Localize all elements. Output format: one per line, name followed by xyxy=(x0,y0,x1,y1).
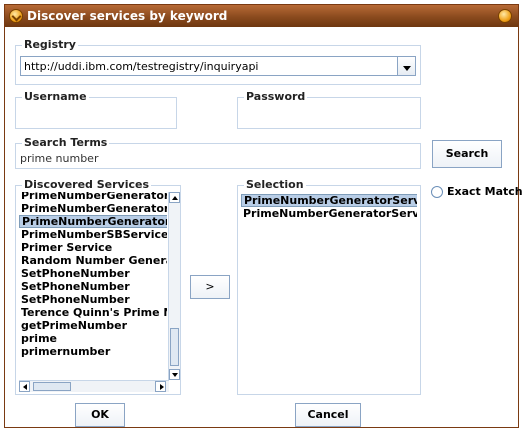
discovered-vertical-scrollbar[interactable] xyxy=(168,192,180,380)
ok-button[interactable]: OK xyxy=(75,403,125,427)
registry-label: Registry xyxy=(22,38,78,51)
exact-match-label[interactable]: Exact Match xyxy=(447,185,523,198)
search-button-label: Search xyxy=(445,147,489,160)
scroll-up-icon[interactable] xyxy=(169,192,180,203)
username-group: Username xyxy=(15,90,177,129)
search-value: prime number xyxy=(20,152,99,165)
list-item[interactable]: Primer Service xyxy=(19,241,167,254)
registry-group: Registry http://uddi.ibm.com/testregistr… xyxy=(15,38,421,85)
selection-group: Selection PrimeNumberGeneratorServicePri… xyxy=(237,178,421,395)
horizontal-scroll-thumb[interactable] xyxy=(33,382,71,391)
exact-match-radio[interactable] xyxy=(431,186,443,198)
password-field[interactable] xyxy=(238,98,420,128)
list-item[interactable]: SetPhoneNumber xyxy=(19,280,167,293)
list-item[interactable]: SetPhoneNumber xyxy=(19,267,167,280)
cancel-button-label: Cancel xyxy=(307,408,349,421)
list-item[interactable]: PrimeNumberGeneratorSer xyxy=(19,202,167,215)
discovered-services-label: Discovered Services xyxy=(22,178,152,191)
vertical-scroll-thumb[interactable] xyxy=(170,328,179,366)
add-to-selection-button[interactable]: > xyxy=(190,275,230,299)
discovered-horizontal-scrollbar[interactable] xyxy=(19,380,169,392)
selection-label: Selection xyxy=(244,178,306,191)
password-group: Password xyxy=(237,90,421,129)
search-button[interactable]: Search xyxy=(432,140,502,168)
title-bar[interactable]: Discover services by keyword xyxy=(5,5,518,27)
selection-list[interactable]: PrimeNumberGeneratorServicePrimeNumberGe… xyxy=(241,194,417,390)
search-input[interactable]: prime number xyxy=(16,144,420,168)
list-item[interactable]: PrimeNumberGeneratorSer xyxy=(19,215,167,228)
scroll-left-icon[interactable] xyxy=(19,381,30,392)
scroll-right-icon[interactable] xyxy=(155,381,166,392)
list-item[interactable]: getPrimeNumber xyxy=(19,319,167,332)
close-icon[interactable] xyxy=(498,9,512,23)
list-item[interactable]: SetPhoneNumber xyxy=(19,293,167,306)
list-item[interactable]: prime xyxy=(19,332,167,345)
list-item[interactable]: PrimeNumberGeneratorService xyxy=(241,194,417,207)
list-item[interactable]: PrimeNumberGeneratorSer xyxy=(19,192,167,202)
scroll-down-icon[interactable] xyxy=(169,369,180,380)
search-group: Search Terms prime number xyxy=(15,136,421,169)
discover-services-dialog: Discover services by keyword Registry ht… xyxy=(4,4,523,428)
list-item[interactable]: PrimeNumberGeneratorService xyxy=(241,207,417,220)
list-item[interactable]: PrimeNumberSBService xyxy=(19,228,167,241)
ok-button-label: OK xyxy=(91,408,109,421)
app-icon xyxy=(9,9,23,23)
list-item[interactable]: Random Number Generato xyxy=(19,254,167,267)
registry-value: http://uddi.ibm.com/testregistry/inquiry… xyxy=(24,60,259,73)
list-item[interactable]: primernumber xyxy=(19,345,167,358)
add-to-selection-label: > xyxy=(205,280,215,293)
list-item[interactable]: Terence Quinn's Prime Nu xyxy=(19,306,167,319)
selection-items: PrimeNumberGeneratorServicePrimeNumberGe… xyxy=(241,194,417,220)
chevron-down-icon[interactable] xyxy=(397,57,415,75)
registry-combo[interactable]: http://uddi.ibm.com/testregistry/inquiry… xyxy=(20,56,416,76)
username-field[interactable] xyxy=(16,98,176,128)
discovered-services-list[interactable]: PrimeNumberGeneratorSerPrimeNumberGenera… xyxy=(19,192,167,382)
cancel-button[interactable]: Cancel xyxy=(295,403,361,427)
discovered-services-group: Discovered Services PrimeNumberGenerator… xyxy=(15,178,181,395)
window-title: Discover services by keyword xyxy=(27,9,228,23)
discovered-services-items: PrimeNumberGeneratorSerPrimeNumberGenera… xyxy=(19,192,167,358)
